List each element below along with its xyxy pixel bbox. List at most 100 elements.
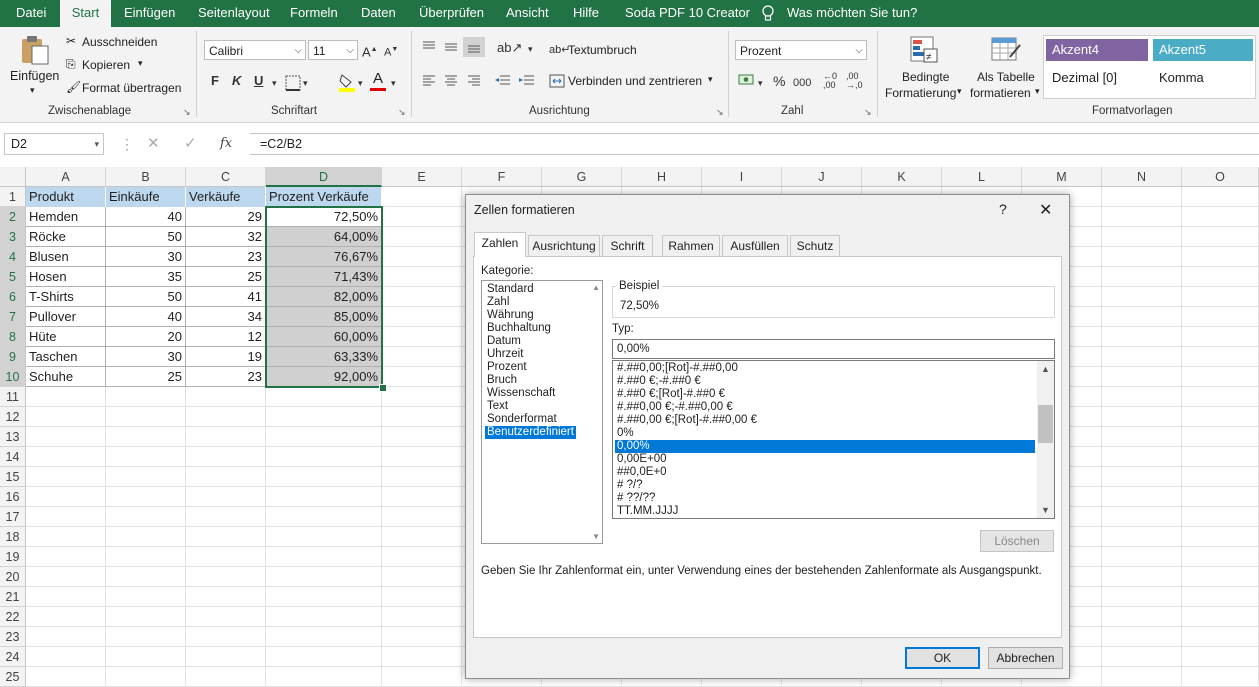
- tab-rahmen[interactable]: Rahmen: [662, 235, 720, 256]
- cell-c6[interactable]: 41: [186, 287, 266, 307]
- orientation-icon[interactable]: ab↗: [497, 39, 522, 57]
- cell-c4[interactable]: 23: [186, 247, 266, 267]
- fill-color-chevron-icon[interactable]: ▾: [358, 74, 363, 92]
- category-item[interactable]: Standard: [485, 283, 536, 296]
- underline-button[interactable]: U: [254, 72, 263, 90]
- menu-formeln[interactable]: Formeln: [290, 0, 338, 27]
- menu-soda-pdf[interactable]: Soda PDF 10 Creator: [625, 0, 750, 27]
- category-item[interactable]: Text: [485, 400, 510, 413]
- align-bottom-icon[interactable]: [463, 37, 485, 57]
- cell-a8[interactable]: Hüte: [26, 327, 106, 347]
- paste-chevron-icon[interactable]: ▾: [30, 85, 35, 96]
- cut-button[interactable]: Ausschneiden: [82, 35, 157, 49]
- category-item[interactable]: Benutzerdefiniert: [485, 426, 576, 439]
- column-header-a[interactable]: A: [26, 167, 106, 187]
- align-left-icon[interactable]: [421, 73, 437, 92]
- bold-button[interactable]: F: [211, 72, 219, 90]
- column-header-j[interactable]: J: [782, 167, 862, 187]
- cell-b10[interactable]: 25: [106, 367, 186, 387]
- row-header-21[interactable]: 21: [0, 587, 26, 607]
- borders-chevron-icon[interactable]: ▾: [303, 74, 308, 92]
- list-scroll-down-icon[interactable]: ▼: [592, 532, 600, 541]
- decrease-font-icon[interactable]: A▼: [384, 41, 398, 62]
- cell-d10[interactable]: 92,00%: [266, 367, 382, 387]
- column-header-f[interactable]: F: [462, 167, 542, 187]
- menu-seitenlayout[interactable]: Seitenlayout: [198, 0, 270, 27]
- italic-button[interactable]: K: [232, 72, 241, 90]
- alignment-launcher-icon[interactable]: ↘: [716, 107, 724, 118]
- merge-center-button[interactable]: Verbinden und zentrieren: [568, 74, 702, 88]
- cell-a4[interactable]: Blusen: [26, 247, 106, 267]
- align-center-icon[interactable]: [443, 73, 459, 92]
- header-cell-d1[interactable]: Prozent Verkäufe: [266, 187, 382, 207]
- style-accent4[interactable]: Akzent4: [1046, 39, 1148, 61]
- copy-chevron-icon[interactable]: ▾: [138, 58, 143, 69]
- cell-b5[interactable]: 35: [106, 267, 186, 287]
- cell-c9[interactable]: 19: [186, 347, 266, 367]
- insert-function-icon[interactable]: fx: [220, 133, 232, 155]
- conditional-formatting-label-1[interactable]: Bedingte: [902, 70, 949, 84]
- row-header-4[interactable]: 4: [0, 247, 26, 267]
- type-item[interactable]: # ?/?: [615, 479, 1035, 492]
- style-decimal-0[interactable]: Dezimal [0]: [1046, 67, 1148, 89]
- name-box[interactable]: D2 ▾: [4, 133, 104, 155]
- fill-color-icon[interactable]: [338, 72, 356, 95]
- category-item[interactable]: Wissenschaft: [485, 387, 557, 400]
- thousands-separator-button[interactable]: 000: [793, 74, 811, 92]
- scroll-up-icon[interactable]: ▲: [1041, 364, 1050, 374]
- formula-input[interactable]: =C2/B2: [250, 133, 1259, 155]
- tab-zahlen[interactable]: Zahlen: [474, 232, 526, 257]
- font-size-select[interactable]: 11 ⌵: [308, 40, 358, 60]
- cell-a7[interactable]: Pullover: [26, 307, 106, 327]
- format-as-table-label-1[interactable]: Als Tabelle: [977, 70, 1035, 84]
- column-header-i[interactable]: I: [702, 167, 782, 187]
- number-format-select[interactable]: Prozent ⌵: [735, 40, 867, 60]
- cell-d3[interactable]: 64,00%: [266, 227, 382, 247]
- cell-c2[interactable]: 29: [186, 207, 266, 227]
- row-header-10[interactable]: 10: [0, 367, 26, 387]
- cell-c7[interactable]: 34: [186, 307, 266, 327]
- orientation-chevron-icon[interactable]: ▾: [528, 40, 533, 58]
- wrap-text-button[interactable]: Textumbruch: [568, 43, 637, 57]
- cell-b7[interactable]: 40: [106, 307, 186, 327]
- column-header-h[interactable]: H: [622, 167, 702, 187]
- column-header-c[interactable]: C: [186, 167, 266, 187]
- tab-ausrichtung[interactable]: Ausrichtung: [528, 235, 600, 256]
- style-comma[interactable]: Komma: [1153, 67, 1253, 89]
- cell-b8[interactable]: 20: [106, 327, 186, 347]
- type-item[interactable]: #.##0 €;-#.##0 €: [615, 375, 1035, 388]
- column-header-m[interactable]: M: [1022, 167, 1102, 187]
- tab-schutz[interactable]: Schutz: [790, 235, 840, 256]
- paste-icon[interactable]: [18, 33, 52, 70]
- row-header-18[interactable]: 18: [0, 527, 26, 547]
- category-item[interactable]: Währung: [485, 309, 536, 322]
- cell-d7[interactable]: 85,00%: [266, 307, 382, 327]
- column-header-d[interactable]: D: [266, 167, 382, 187]
- increase-indent-icon[interactable]: [518, 73, 536, 92]
- row-header-8[interactable]: 8: [0, 327, 26, 347]
- column-header-n[interactable]: N: [1102, 167, 1182, 187]
- category-item[interactable]: Sonderformat: [485, 413, 559, 426]
- increase-font-icon[interactable]: A▲: [362, 41, 378, 61]
- number-launcher-icon[interactable]: ↘: [864, 107, 872, 118]
- category-list[interactable]: ▲ ▼ Standard Zahl Währung Buchhaltung Datum U…: [481, 280, 603, 544]
- copy-icon[interactable]: ⎘: [66, 57, 76, 72]
- format-as-table-icon[interactable]: [990, 35, 1022, 68]
- type-item[interactable]: 0%: [615, 427, 1035, 440]
- category-item[interactable]: Bruch: [485, 374, 519, 387]
- type-item[interactable]: #.##0,00;[Rot]-#.##0,00: [615, 362, 1035, 375]
- font-color-icon[interactable]: A: [370, 71, 386, 91]
- cancel-formula-icon[interactable]: ✕: [147, 133, 160, 155]
- clipboard-launcher-icon[interactable]: ↘: [183, 107, 191, 118]
- type-item[interactable]: #.##0 €;[Rot]-#.##0 €: [615, 388, 1035, 401]
- underline-chevron-icon[interactable]: ▾: [272, 74, 277, 92]
- format-as-table-label-2[interactable]: formatieren: [970, 86, 1031, 100]
- type-item[interactable]: 0,00E+00: [615, 453, 1035, 466]
- category-item[interactable]: Zahl: [485, 296, 511, 309]
- type-item[interactable]: 0,00%: [615, 440, 1035, 453]
- align-right-icon[interactable]: [466, 73, 482, 92]
- cell-a9[interactable]: Taschen: [26, 347, 106, 367]
- type-input[interactable]: 0,00%: [612, 339, 1055, 359]
- align-middle-icon[interactable]: [443, 39, 459, 58]
- menu-hilfe[interactable]: Hilfe: [573, 0, 599, 27]
